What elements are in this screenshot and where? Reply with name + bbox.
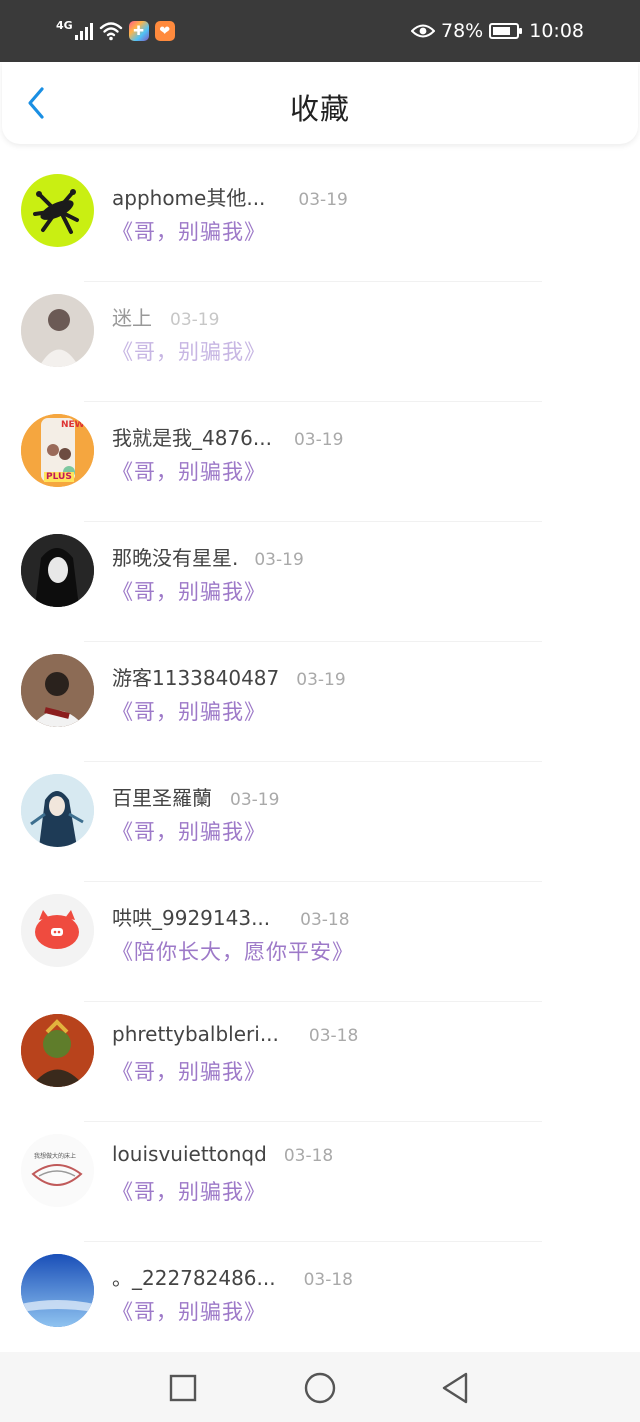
- username: 。_222782486...: [112, 1266, 276, 1290]
- battery-fill: [493, 27, 511, 35]
- date: 03-19: [254, 550, 304, 570]
- song-title[interactable]: 《哥，别骗我》: [112, 336, 266, 366]
- avatar[interactable]: 我想做大的床上: [21, 1134, 94, 1207]
- header: 收藏: [2, 62, 638, 144]
- username: 哄哄_9929143...: [112, 906, 271, 930]
- eye-icon: [411, 24, 435, 38]
- list-item[interactable]: phrettybalbleri... 03-18 《哥，别骗我》: [0, 1002, 640, 1122]
- home-button[interactable]: [302, 1370, 338, 1406]
- avatar[interactable]: [21, 774, 94, 847]
- item-header: phrettybalbleri... 03-18: [112, 1022, 358, 1046]
- back-nav-button[interactable]: [438, 1370, 474, 1406]
- avatar[interactable]: [21, 1014, 94, 1087]
- system-nav-bar: [0, 1352, 640, 1422]
- signal-icon: [74, 22, 93, 40]
- pig-avatar-image: [21, 894, 94, 967]
- status-bar: 4G ✚ ❤ 78% 10:08: [0, 0, 640, 62]
- username: phrettybalbleri...: [112, 1022, 279, 1046]
- app-icon-heart: ❤: [154, 21, 175, 41]
- username: 我就是我_4876...: [112, 426, 272, 450]
- username: 百里圣羅蘭: [112, 786, 212, 810]
- item-header: 。_222782486... 03-18: [112, 1262, 353, 1291]
- date: 03-19: [298, 190, 348, 210]
- username: 游客1133840487: [112, 666, 280, 690]
- item-header: 我就是我_4876... 03-19: [112, 422, 343, 451]
- date: 03-19: [170, 310, 220, 330]
- item-header: 迷上 03-19: [112, 302, 219, 331]
- item-header: apphome其他... 03-19: [112, 182, 348, 211]
- sky-avatar-image: [21, 1254, 94, 1327]
- item-header: 百里圣羅蘭 03-19: [112, 782, 279, 811]
- avatar[interactable]: [21, 654, 94, 727]
- app-icon-plus: ✚: [128, 21, 149, 41]
- list-item[interactable]: 我想做大的床上 louisvuiettonqd 03-18 《哥，别骗我》: [0, 1122, 640, 1242]
- list-item[interactable]: 。_222782486... 03-18 《哥，别骗我》: [0, 1242, 640, 1352]
- orc-warrior-avatar-image: [21, 1014, 94, 1087]
- item-header: louisvuiettonqd 03-18: [112, 1142, 333, 1166]
- date: 03-18: [283, 1146, 334, 1166]
- favorites-list: apphome其他... 03-19 《哥，别骗我》 迷上 03-19 《哥，别…: [0, 162, 640, 1352]
- avatar-caption: 我想做大的床上: [34, 1153, 77, 1160]
- item-header: 哄哄_9929143... 03-18: [112, 902, 350, 931]
- song-title[interactable]: 《哥，别骗我》: [112, 816, 266, 846]
- plus-badge: PLUS: [44, 472, 74, 482]
- list-item[interactable]: 哄哄_9929143... 03-18 《陪你长大，愿你平安》: [0, 882, 640, 1002]
- wifi-icon: [99, 22, 122, 41]
- battery-percent: 78%: [441, 20, 484, 42]
- date: 03-19: [230, 790, 280, 810]
- list-item[interactable]: 百里圣羅蘭 03-19 《哥，别骗我》: [0, 762, 640, 882]
- bed-drawing-avatar-image: [21, 1134, 94, 1207]
- date: 03-18: [303, 1270, 353, 1290]
- username: apphome其他...: [112, 186, 266, 210]
- item-header: 那晚没有星星. 03-19: [112, 542, 304, 571]
- song-title[interactable]: 《哥，别骗我》: [112, 576, 266, 606]
- network-type: 4G: [56, 18, 73, 32]
- item-header: 游客1133840487 03-19: [112, 662, 346, 691]
- list-item[interactable]: 游客1133840487 03-19 《哥，别骗我》: [0, 642, 640, 762]
- song-title[interactable]: 《陪你长大，愿你平安》: [112, 936, 354, 966]
- avatar[interactable]: [21, 294, 94, 367]
- list-item[interactable]: apphome其他... 03-19 《哥，别骗我》: [0, 162, 640, 282]
- avatar[interactable]: NEW PLUS: [21, 414, 94, 487]
- status-left: 4G ✚ ❤: [56, 18, 175, 44]
- back-triangle-icon: [442, 1372, 468, 1404]
- recent-apps-button[interactable]: [165, 1370, 201, 1406]
- clock: 10:08: [529, 20, 584, 42]
- list-item[interactable]: 迷上 03-19 《哥，别骗我》: [0, 282, 640, 402]
- girl-avatar-image: [21, 294, 94, 367]
- home-icon: [304, 1372, 336, 1404]
- username: 迷上: [112, 306, 152, 330]
- avatar[interactable]: [21, 894, 94, 967]
- song-title[interactable]: 《哥，别骗我》: [112, 1176, 266, 1206]
- date: 03-19: [293, 430, 344, 450]
- dark-hair-avatar-image: [21, 534, 94, 607]
- new-badge: NEW: [61, 420, 85, 430]
- recent-apps-icon: [169, 1374, 197, 1402]
- list-item[interactable]: 那晚没有星星. 03-19 《哥，别骗我》: [0, 522, 640, 642]
- song-title[interactable]: 《哥，别骗我》: [112, 1056, 266, 1086]
- username: 那晚没有星星.: [112, 546, 239, 570]
- page-title: 收藏: [289, 92, 350, 126]
- person-avatar-image: [21, 654, 94, 727]
- song-title[interactable]: 《哥，别骗我》: [112, 1296, 266, 1326]
- date: 03-18: [308, 1026, 359, 1046]
- anime-character-avatar-image: [21, 774, 94, 847]
- list-item[interactable]: NEW PLUS 我就是我_4876... 03-19 《哥，别骗我》: [0, 402, 640, 522]
- status-right: 78% 10:08: [411, 17, 584, 45]
- avatar[interactable]: [21, 534, 94, 607]
- username: louisvuiettonqd: [112, 1142, 267, 1166]
- song-title[interactable]: 《哥，别骗我》: [112, 456, 266, 486]
- song-title[interactable]: 《哥，别骗我》: [112, 216, 266, 246]
- date: 03-19: [296, 670, 346, 690]
- avatar[interactable]: [21, 174, 94, 247]
- song-title[interactable]: 《哥，别骗我》: [112, 696, 266, 726]
- date: 03-18: [300, 910, 350, 930]
- avatar[interactable]: [21, 1254, 94, 1327]
- battery-icon: [489, 23, 523, 39]
- scorpion-avatar-image: [33, 189, 79, 234]
